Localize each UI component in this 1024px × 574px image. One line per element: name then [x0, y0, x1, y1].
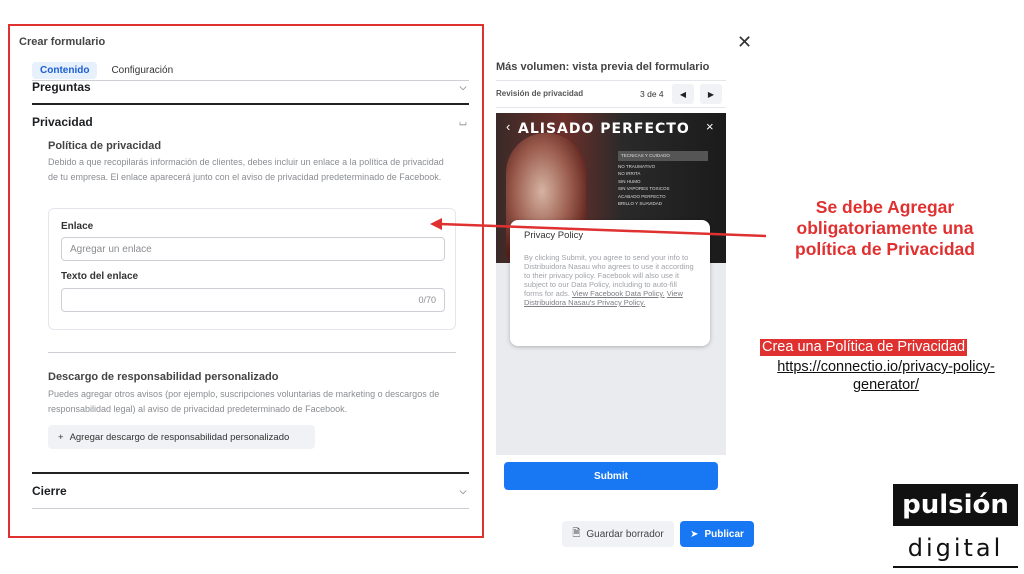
- privacy-policy-title: Política de privacidad: [48, 140, 162, 152]
- save-draft-button[interactable]: 🗎 Guardar borrador: [562, 521, 674, 547]
- preview-step-bar: Revisión de privacidad 3 de 4 ◀ ▶: [496, 80, 726, 108]
- tab-contenido[interactable]: Contenido: [32, 62, 98, 79]
- chevron-left-icon[interactable]: ‹: [506, 119, 510, 134]
- add-disclaimer-button[interactable]: + Agregar descargo de responsabilidad pe…: [48, 425, 315, 449]
- form-tabs: Contenido Configuración: [32, 62, 181, 79]
- save-draft-label: Guardar borrador: [586, 528, 664, 540]
- chevron-down-icon[interactable]: ⌵: [457, 82, 469, 93]
- publish-label: Publicar: [704, 528, 744, 540]
- hero-list-item: ACABADO PERFECTO: [618, 193, 666, 199]
- document-icon: 🗎: [572, 527, 581, 539]
- plus-icon: +: [58, 431, 64, 443]
- hero-list-item: NO TRAUMATIVO: [618, 163, 656, 169]
- disclaimer-title: Descargo de responsabilidad personalizad…: [48, 371, 279, 383]
- page-indicator: 3 de 4: [640, 89, 664, 99]
- hero-list-item: NO IRRITA: [618, 171, 641, 176]
- chevron-right-icon: ▶: [707, 89, 715, 99]
- add-disclaimer-label: Agregar descargo de responsabilidad pers…: [69, 431, 290, 443]
- hero-feature-list: TECNICAS Y CUIDADO NO TRAUMATIVO NO IRRI…: [618, 151, 708, 208]
- facebook-data-policy-link[interactable]: View Facebook Data Policy.: [572, 289, 665, 298]
- chevron-up-icon[interactable]: ⌴: [457, 117, 469, 128]
- divider: [48, 352, 456, 353]
- hero-list-item: SIN HUMO: [618, 178, 641, 184]
- annotation-line: política de Privacidad: [795, 239, 975, 259]
- send-icon: ➤: [690, 528, 699, 540]
- section-title: Cierre: [32, 484, 67, 498]
- close-icon[interactable]: ✕: [737, 32, 752, 53]
- privacy-policy-text: By clicking Submit, you agree to send yo…: [524, 253, 696, 307]
- divider: [32, 508, 469, 509]
- next-page-button[interactable]: ▶: [700, 84, 722, 104]
- step-label: Revisión de privacidad: [496, 89, 584, 98]
- char-counter: 0/70: [418, 295, 436, 305]
- preview-title: Más volumen: vista previa del formulario: [496, 61, 710, 73]
- annotation-line: obligatoriamente una: [796, 218, 974, 238]
- hero-list-item: SIN VAPORES TOXICOS: [618, 186, 670, 191]
- panel-title: Crear formulario: [19, 36, 106, 48]
- link-text-label: Texto del enlace: [61, 271, 139, 282]
- privacy-policy-card: Privacy Policy By clicking Submit, you a…: [510, 220, 710, 346]
- chevron-left-icon: ◀: [679, 89, 687, 99]
- tab-configuracion[interactable]: Configuración: [103, 62, 181, 79]
- section-cierre[interactable]: Cierre ⌵: [32, 484, 469, 498]
- section-privacidad[interactable]: Privacidad ⌴: [32, 115, 469, 129]
- hero-list-item: TECNICAS Y CUIDADO: [618, 151, 708, 161]
- chevron-down-icon[interactable]: ⌵: [457, 486, 469, 497]
- section-preguntas[interactable]: Preguntas ⌵: [32, 80, 469, 94]
- section-title: Preguntas: [32, 80, 91, 94]
- disclaimer-description: Puedes agregar otros avisos (por ejemplo…: [48, 389, 440, 414]
- link-input[interactable]: Agregar un enlace: [61, 237, 445, 261]
- divider: [32, 103, 469, 105]
- hero-list-item: BRILLO Y SUAVIDAD: [618, 201, 663, 206]
- annotation-text: Se debe Agregar obligatoriamente una pol…: [760, 197, 1010, 260]
- policy-generator-link[interactable]: https://connectio.io/privacy-policy-gene…: [770, 358, 1002, 394]
- link-label: Enlace: [61, 221, 94, 232]
- close-icon[interactable]: ×: [706, 119, 714, 134]
- link-text-input[interactable]: 0/70: [61, 288, 445, 312]
- logo-pulsion: pulsión: [893, 484, 1018, 526]
- publish-button[interactable]: ➤ Publicar: [680, 521, 754, 547]
- annotation-line: Se debe Agregar: [815, 197, 955, 217]
- submit-button[interactable]: Submit: [504, 462, 718, 490]
- privacy-policy-description: Debido a que recopilarás información de …: [48, 157, 444, 182]
- logo-digital: digital: [893, 530, 1018, 568]
- create-form-panel: Crear formulario Contenido Configuración…: [8, 24, 484, 538]
- phone-preview: ALISADO PERFECTO ‹ × TECNICAS Y CUIDADO …: [496, 113, 726, 455]
- prev-page-button[interactable]: ◀: [672, 84, 694, 104]
- privacy-policy-heading: Privacy Policy: [524, 230, 584, 241]
- hero-brand: ALISADO PERFECTO: [518, 121, 690, 137]
- create-policy-label: Crea una Política de Privacidad: [760, 339, 968, 356]
- privacy-link-card: Enlace Agregar un enlace Texto del enlac…: [48, 208, 456, 330]
- section-title: Privacidad: [32, 115, 93, 129]
- divider: [32, 472, 469, 474]
